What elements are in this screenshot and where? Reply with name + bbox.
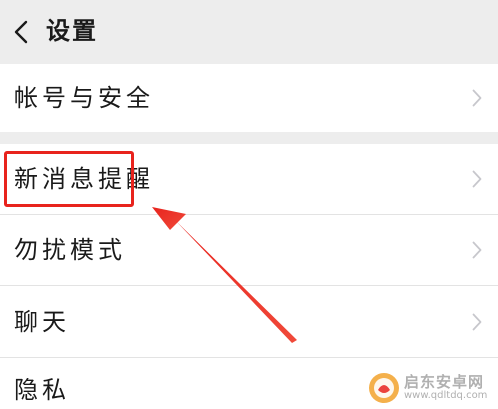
settings-item-label: 帐号与安全 [14,84,154,112]
annotation-highlight-box [4,151,134,207]
settings-item-label: 勿扰模式 [14,236,126,264]
watermark: 启东安卓网 www.qdltdq.com [366,370,494,406]
chevron-right-icon [472,89,482,107]
settings-item-do-not-disturb[interactable]: 勿扰模式 [0,215,498,285]
settings-item-chat[interactable]: 聊天 [0,286,498,357]
chevron-left-icon[interactable] [11,20,31,44]
chevron-right-icon [472,170,482,188]
chevron-right-icon [472,241,482,259]
watermark-url: www.qdltdq.com [404,390,488,401]
watermark-logo-icon [369,373,399,403]
settings-item-account-security[interactable]: 帐号与安全 [0,64,498,132]
settings-item-label: 隐私 [14,376,70,404]
watermark-name: 启东安卓网 [404,373,485,391]
navigation-bar: 设置 [0,0,498,62]
chevron-right-icon [472,313,482,331]
page-title: 设置 [46,17,98,45]
settings-item-label: 聊天 [14,308,70,336]
